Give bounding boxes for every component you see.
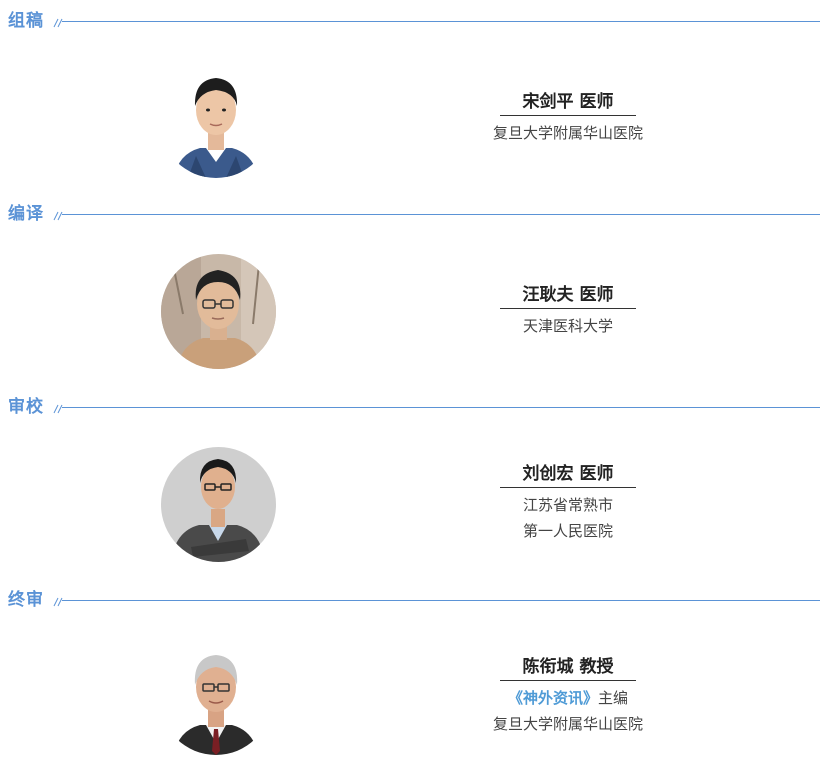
journal-name: 《神外资讯》: [507, 689, 598, 707]
section-final-review: 终审 陈衔城 教授 《神外资讯》主编 复旦大学附属华山医院: [0, 579, 828, 761]
person-name: 刘创宏 医师: [500, 462, 636, 488]
person-role-line: 《神外资讯》主编: [440, 685, 696, 711]
divider: [62, 214, 820, 215]
person-info: 宋剑平 医师 复旦大学附属华山医院: [440, 90, 696, 146]
avatar: [160, 643, 272, 755]
person-name: 陈衔城 教授: [500, 655, 636, 681]
divider: [62, 407, 820, 408]
double-slash-icon: [53, 404, 63, 414]
section-title: 审校: [8, 397, 44, 417]
person-org-line: 第一人民医院: [522, 522, 613, 540]
section-drafting: 组稿 宋剑平 医师 复旦大学附属华山医院: [0, 0, 828, 190]
avatar: [161, 254, 276, 369]
person-org: 天津医科大学: [522, 317, 613, 335]
person-org: 江苏省常熟市 第一人民医院: [440, 492, 696, 544]
section-header: 组稿: [0, 0, 828, 31]
person-name: 汪耿夫 医师: [500, 283, 636, 309]
section-title: 组稿: [8, 11, 44, 31]
divider: [62, 600, 820, 601]
journal-role: 主编: [598, 689, 629, 707]
person-info: 汪耿夫 医师 天津医科大学: [440, 283, 696, 339]
avatar: [160, 66, 272, 178]
double-slash-icon: [53, 211, 63, 221]
double-slash-icon: [53, 18, 63, 28]
person-info: 陈衔城 教授 《神外资讯》主编 复旦大学附属华山医院: [440, 655, 696, 737]
section-title: 编译: [8, 204, 44, 224]
section-proofreading: 审校 刘创宏 医师 江苏省常熟市 第一人民医院: [0, 386, 828, 576]
person-org: 《神外资讯》主编 复旦大学附属华山医院: [440, 685, 696, 737]
avatar: [161, 447, 276, 562]
person-org: 复旦大学附属华山医院: [492, 124, 643, 142]
divider: [62, 21, 820, 22]
person-org-line: 江苏省常熟市: [522, 496, 613, 514]
person-info: 刘创宏 医师 江苏省常熟市 第一人民医院: [440, 462, 696, 544]
section-header: 终审: [0, 579, 828, 610]
person-name: 宋剑平 医师: [500, 90, 636, 116]
section-header: 编译: [0, 193, 828, 224]
person-org-line: 复旦大学附属华山医院: [492, 715, 643, 733]
section-translation: 编译 汪耿夫 医师 天津医科大学: [0, 193, 828, 383]
section-header: 审校: [0, 386, 828, 417]
section-title: 终审: [8, 590, 44, 610]
double-slash-icon: [53, 597, 63, 607]
